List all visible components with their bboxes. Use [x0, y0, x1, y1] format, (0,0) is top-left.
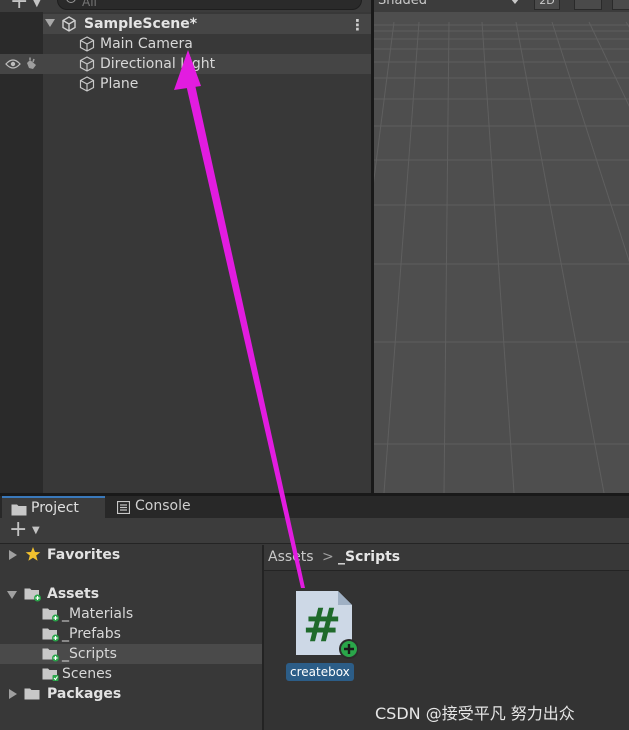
console-icon	[117, 501, 130, 514]
scene-toolbar: Shaded 2D	[374, 0, 629, 12]
unity-logo-icon	[62, 16, 76, 32]
hierarchy-add-button[interactable]: +	[10, 0, 28, 13]
chevron-right-icon: >	[322, 549, 334, 565]
tree-item-label: _Scripts	[62, 646, 117, 662]
tab-project[interactable]: Project	[2, 496, 105, 518]
tab-label: Console	[135, 498, 191, 514]
star-icon	[25, 547, 41, 561]
tree-item-packages[interactable]: Packages	[0, 684, 262, 704]
expand-caret-icon[interactable]	[45, 19, 55, 27]
tree-item-favorites[interactable]: Favorites	[0, 545, 262, 565]
expand-caret-icon[interactable]	[7, 591, 17, 599]
pick-hand-icon[interactable]	[25, 57, 39, 71]
hierarchy-window: + ▼ SampleScene* ⋮ Main Camera	[0, 0, 371, 493]
breadcrumb-item-scripts[interactable]: _Scripts	[338, 549, 400, 565]
chevron-down-icon[interactable]: ▼	[33, 0, 41, 9]
gameobject-cube-icon	[79, 56, 95, 72]
project-window: Project Console + ▼ Favorites Assets _Ma…	[0, 496, 629, 730]
asset-createbox[interactable]: # createbox	[284, 585, 364, 685]
search-icon	[66, 0, 76, 3]
toggle-2d-button[interactable]: 2D	[534, 0, 560, 10]
folder-open-icon	[24, 588, 41, 602]
tree-item-label: Favorites	[47, 547, 121, 563]
folder-icon	[24, 688, 40, 700]
hierarchy-search[interactable]	[57, 0, 362, 10]
scene-menu-icon[interactable]: ⋮	[350, 16, 365, 34]
folder-icon	[42, 608, 59, 622]
create-asset-button[interactable]: +	[9, 517, 27, 542]
hierarchy-item-label: Main Camera	[100, 36, 193, 52]
project-toolbar: + ▼	[0, 517, 629, 544]
breadcrumb: Assets > _Scripts	[264, 545, 629, 571]
hierarchy-item-main-camera[interactable]: Main Camera	[0, 34, 371, 54]
lighting-toggle-button[interactable]	[574, 0, 602, 10]
tree-item-assets[interactable]: Assets	[0, 584, 262, 604]
csharp-script-icon: #	[296, 591, 358, 659]
tree-item-prefabs[interactable]: _Prefabs	[0, 624, 262, 644]
expand-caret-icon[interactable]	[9, 689, 17, 699]
watermark-text: CSDN @接受平凡 努力出众	[375, 704, 575, 723]
scene-name: SampleScene*	[84, 16, 198, 32]
tree-item-materials[interactable]: _Materials	[0, 604, 262, 624]
folder-icon	[11, 504, 27, 516]
shading-mode-dropdown[interactable]: Shaded	[378, 0, 427, 8]
chevron-down-icon[interactable]: ▼	[32, 525, 40, 536]
audio-toggle-button[interactable]	[612, 0, 629, 10]
hierarchy-scene-row[interactable]: SampleScene* ⋮	[43, 14, 371, 34]
tree-item-label: Scenes	[62, 666, 112, 682]
gameobject-cube-icon	[79, 36, 95, 52]
tree-item-label: _Materials	[62, 606, 134, 622]
asset-name-label[interactable]: createbox	[286, 663, 354, 681]
hierarchy-item-label: Plane	[100, 76, 139, 92]
scene-view[interactable]: Shaded 2D	[374, 0, 629, 493]
hierarchy-item-directional-light[interactable]: Directional Light	[0, 54, 371, 74]
folder-icon	[42, 648, 59, 662]
scene-grid	[374, 12, 629, 493]
hierarchy-item-plane[interactable]: Plane	[0, 74, 371, 94]
breadcrumb-item-assets[interactable]: Assets	[268, 549, 314, 565]
eye-icon[interactable]	[5, 58, 21, 70]
tree-item-label: Packages	[47, 686, 122, 702]
svg-text:#: #	[303, 598, 342, 652]
project-folder-tree: Favorites Assets _Materials _Prefabs _Sc…	[0, 545, 262, 730]
gameobject-cube-icon	[79, 76, 95, 92]
hierarchy-toolbar: + ▼	[0, 0, 371, 13]
tree-item-label: _Prefabs	[62, 626, 121, 642]
folder-icon	[42, 668, 59, 681]
tree-item-scripts[interactable]: _Scripts	[0, 644, 262, 664]
folder-icon	[42, 628, 59, 642]
project-tab-bar: Project Console	[0, 496, 629, 518]
hierarchy-search-input[interactable]	[82, 0, 342, 9]
chevron-down-icon[interactable]	[511, 0, 519, 4]
tab-console[interactable]: Console	[107, 496, 207, 518]
hierarchy-item-label: Directional Light	[100, 56, 216, 72]
expand-caret-icon[interactable]	[9, 550, 17, 560]
tree-item-scenes[interactable]: Scenes	[0, 664, 262, 684]
tab-label: Project	[31, 500, 79, 516]
tree-item-label: Assets	[47, 586, 100, 602]
